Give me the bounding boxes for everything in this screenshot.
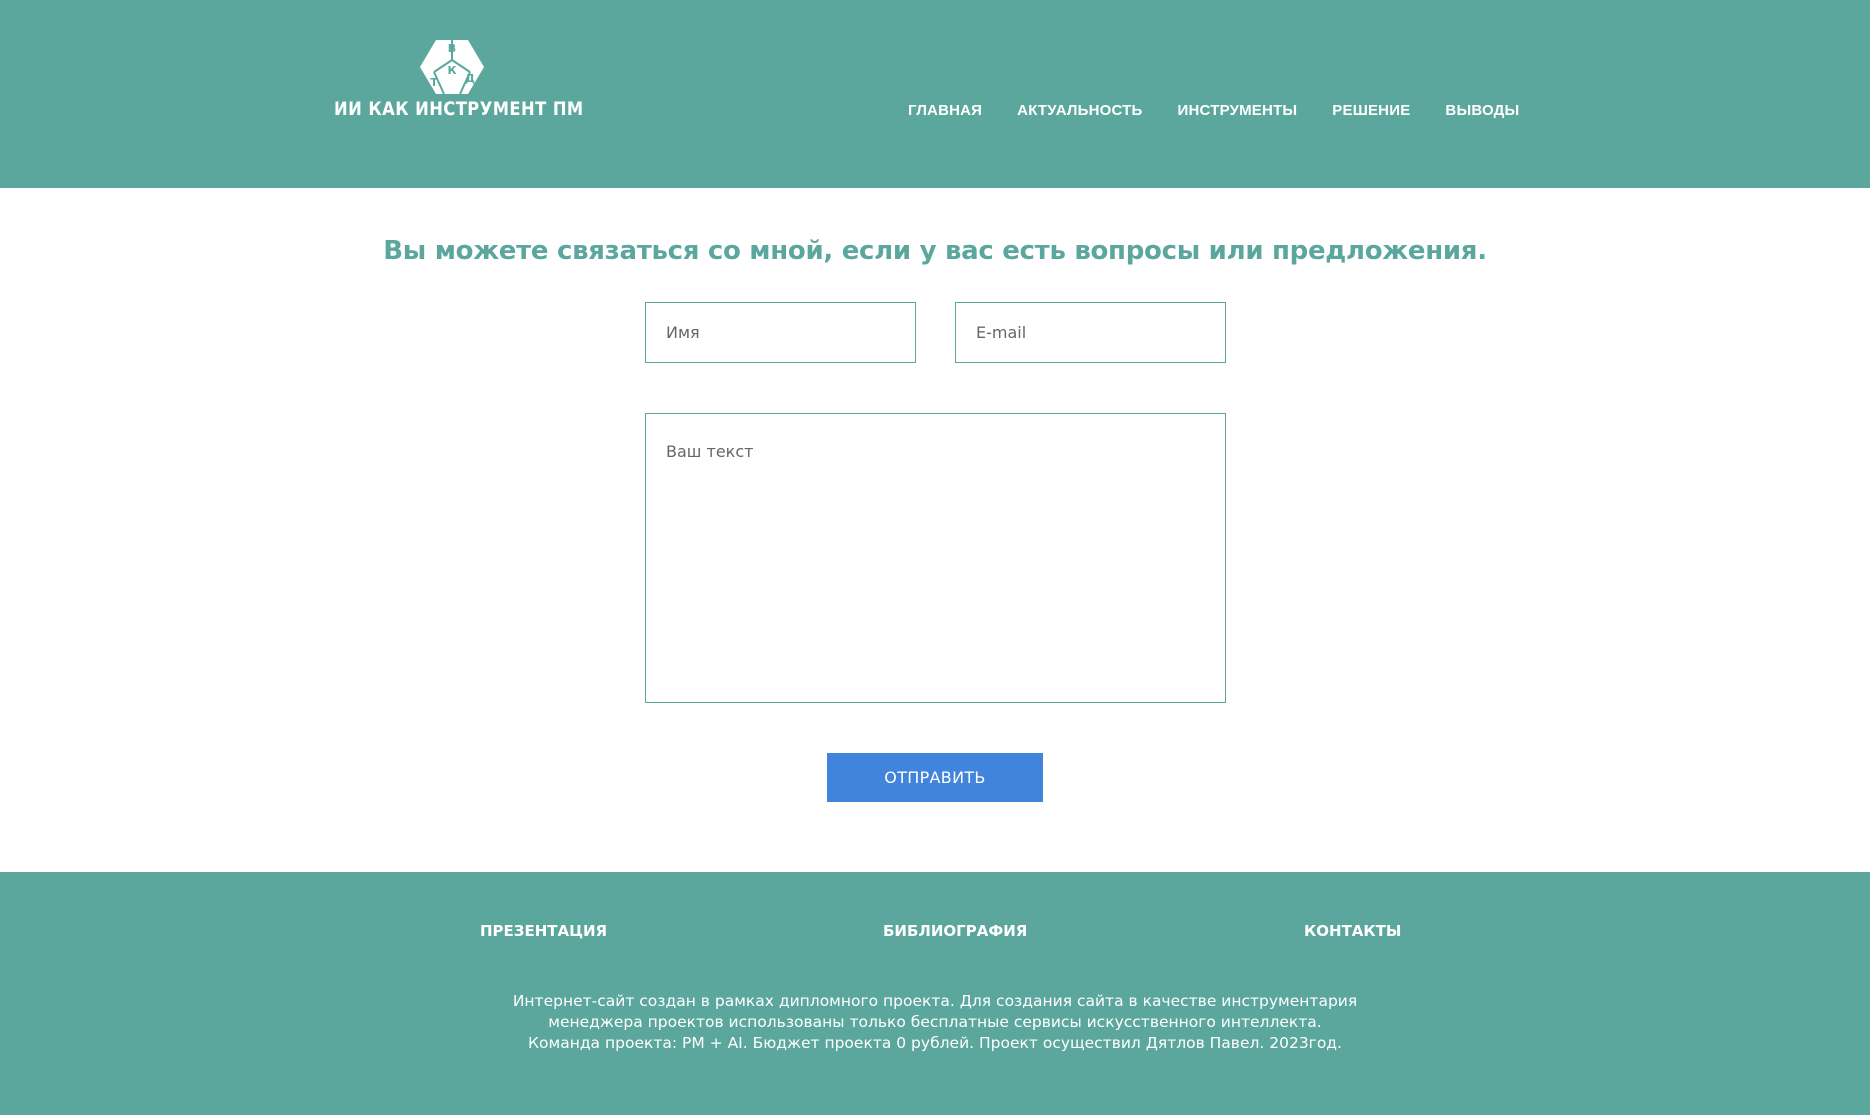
submit-button[interactable]: ОТПРАВИТЬ	[827, 753, 1043, 802]
logo-letter-2: К	[448, 64, 457, 77]
logo[interactable]: В К Т Д ИИ КАК ИНСТРУМЕНТ ПМ	[334, 38, 584, 124]
footer-text-line: Интернет-сайт создан в рамках дипломного…	[512, 992, 1358, 1010]
contact-heading: Вы можете связаться со мной, если у вас …	[383, 236, 1487, 266]
site-footer: ПРЕЗЕНТАЦИЯ БИБЛИОГРАФИЯ КОНТАКТЫ Интерн…	[0, 872, 1870, 1115]
email-input[interactable]	[955, 302, 1226, 363]
logo-text: ИИ КАК ИНСТРУМЕНТ ПМ	[334, 98, 584, 120]
nav-item-tools[interactable]: ИНСТРУМЕНТЫ	[1178, 102, 1298, 126]
footer-link-contacts[interactable]: КОНТАКТЫ	[1304, 922, 1401, 940]
message-textarea[interactable]	[645, 413, 1226, 703]
logo-letter-4: Д	[465, 72, 475, 85]
footer-link-bibliography[interactable]: БИБЛИОГРАФИЯ	[883, 922, 1027, 940]
site-header: В К Т Д ИИ КАК ИНСТРУМЕНТ ПМ ГЛАВНАЯ АКТ…	[0, 0, 1870, 188]
logo-letter-1: В	[448, 42, 456, 55]
name-input[interactable]	[645, 302, 916, 363]
logo-letter-3: Т	[430, 76, 438, 89]
main-nav: ГЛАВНАЯ АКТУАЛЬНОСТЬ ИНСТРУМЕНТЫ РЕШЕНИЕ…	[908, 102, 1519, 126]
nav-item-relevance[interactable]: АКТУАЛЬНОСТЬ	[1017, 102, 1142, 126]
footer-link-presentation[interactable]: ПРЕЗЕНТАЦИЯ	[480, 922, 607, 940]
footer-text-line: Команда проекта: PM + AI. Бюджет проекта…	[528, 1034, 1342, 1052]
nav-item-home[interactable]: ГЛАВНАЯ	[908, 102, 982, 126]
logo-icon: В К Т Д	[420, 40, 484, 95]
nav-item-solution[interactable]: РЕШЕНИЕ	[1332, 102, 1410, 126]
footer-text-line: менеджера проектов использованы только б…	[548, 1013, 1322, 1031]
nav-item-conclusions[interactable]: ВЫВОДЫ	[1445, 102, 1519, 126]
footer-description: Интернет-сайт создан в рамках дипломного…	[0, 991, 1870, 1054]
